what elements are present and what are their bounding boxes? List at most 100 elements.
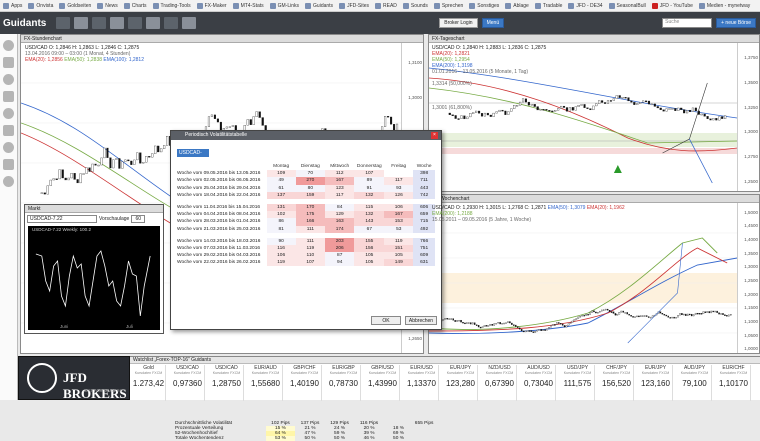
candle [579, 316, 582, 318]
bookmark-item[interactable]: JFD-Sites [339, 2, 369, 9]
grid-icon[interactable] [164, 17, 179, 29]
bookmark-item[interactable]: Sounds [402, 2, 428, 9]
bookmark-item[interactable]: Ablage [505, 2, 529, 9]
broker-login-button[interactable]: Broker Login [439, 18, 478, 28]
candle [112, 159, 115, 169]
left-sidebar [0, 34, 18, 400]
candle [603, 102, 607, 104]
bookmark-item[interactable]: FX-Maker [196, 2, 227, 9]
candle [724, 314, 726, 316]
table-cell: 81 [266, 225, 296, 233]
table-cell: 111 [295, 237, 326, 245]
bookmark-item[interactable]: News [97, 2, 118, 9]
watchlist-item[interactable]: Gold Kursdaten FXCM 1.273,42 [132, 365, 166, 401]
desk-icon[interactable] [3, 57, 14, 68]
instrument-price: 1.273,42 [132, 379, 165, 388]
chart-icon[interactable] [74, 17, 89, 29]
list-icon[interactable] [3, 125, 14, 136]
ema20-label: EMA(20): 1,1962 [586, 205, 625, 211]
candle [686, 109, 689, 114]
watchlist-item[interactable]: USD/JPY Kursdaten FXCM 111,575 [561, 365, 595, 401]
bookmark-item[interactable]: JFD - YouTube [651, 2, 693, 9]
preview-button[interactable]: Vorschaulage [99, 215, 129, 223]
candle [88, 167, 91, 172]
tools-icon[interactable] [128, 17, 143, 29]
symbol-dropdown[interactable]: USDCAD-7.22 [177, 149, 209, 164]
folder-icon[interactable] [3, 159, 14, 170]
candle [558, 322, 560, 324]
user-avatar[interactable] [3, 40, 14, 51]
watchlist-item[interactable]: EUR/USD Kursdaten FXCM 1,13370 [405, 365, 439, 401]
watchlist-item[interactable]: EUR/CHF Kursdaten FXCM 1,10170 [717, 365, 751, 401]
alerts-icon[interactable] [146, 17, 161, 29]
bookmark-item[interactable]: SeasonalBull [608, 2, 646, 9]
watchlist-panel: Watchlist „Forex-TOP-16“ Guidants Gold Ku… [130, 356, 760, 401]
bookmark-item[interactable]: Sonstiges [469, 2, 499, 9]
watchlist-item[interactable]: USD/CAD Kursdaten FXCM 0,97360 [171, 365, 205, 401]
settings-icon[interactable] [182, 17, 197, 29]
candle [109, 157, 112, 169]
watchlist-item[interactable]: AUD/JPY Kursdaten FXCM 79,100 [678, 365, 712, 401]
bookmark-item[interactable]: Charts [123, 2, 147, 9]
candle [466, 116, 469, 120]
app-logo[interactable]: Guidants [3, 18, 46, 29]
bookmark-item[interactable]: Medien - mynetway [698, 2, 750, 9]
bookmark-item[interactable]: Trading-Tools [152, 2, 191, 9]
bookmark-item[interactable]: READ [375, 2, 397, 9]
watchlist-item[interactable]: GBP/CHF Kursdaten FXCM 1,40190 [288, 365, 322, 401]
candle [668, 108, 671, 110]
bookmark-item[interactable]: Goldseiten [59, 2, 91, 9]
candle [542, 329, 544, 332]
bookmark-item[interactable]: Apps [3, 2, 22, 9]
watchlist-item[interactable]: GBP/USD Kursdaten FXCM 1,43990 [366, 365, 400, 401]
ok-button[interactable]: OK [371, 316, 401, 325]
watchlist-item[interactable]: EUR/AUD Kursdaten FXCM 1,55680 [249, 365, 283, 401]
bookmark-item[interactable]: Sprechen [433, 2, 463, 9]
watchlist-item[interactable]: USD/CAD Kursdaten FXCM 1,28750 [210, 365, 244, 401]
weekly-chart[interactable] [429, 203, 759, 353]
markt-title: Markt [25, 205, 163, 213]
bookmark-item[interactable]: Guidants [305, 2, 333, 9]
zoom-field[interactable]: 60 [131, 215, 146, 223]
chart-icon[interactable] [3, 91, 14, 102]
star-icon[interactable] [3, 108, 14, 119]
symbol-select[interactable]: USDCAD-7.22 [27, 215, 97, 223]
candle [718, 312, 720, 315]
mini-chart[interactable]: USDCAD-7.22 Weekly: 100.2 Juni Juli [28, 226, 160, 330]
close-icon[interactable]: × [431, 132, 438, 139]
panel-title: FX-Wochenchart [429, 195, 759, 203]
candle [534, 331, 537, 333]
watchlist-icon[interactable] [110, 17, 125, 29]
help-icon[interactable] [3, 176, 14, 187]
row-label: Woche vom 28.03.2016 bis 01.04.2016 [177, 219, 261, 225]
bookmark-item[interactable]: JFD - DE34 [568, 2, 603, 9]
menu-button[interactable]: Menü [481, 18, 505, 28]
watchlist-item[interactable]: EUR/JPY Kursdaten FXCM 123,280 [444, 365, 478, 401]
candle [598, 100, 601, 104]
bell-icon[interactable] [3, 142, 14, 153]
watchlist-item[interactable]: NZD/USD Kursdaten FXCM 0,67390 [483, 365, 517, 401]
search-input[interactable]: Suche [662, 18, 713, 28]
new-tab-button[interactable]: + neue Börse [716, 18, 756, 28]
bookmark-item[interactable]: MT4-Stats [232, 2, 264, 9]
candle [520, 329, 523, 332]
candle [552, 324, 554, 326]
news-icon[interactable] [92, 17, 107, 29]
message-icon[interactable] [3, 74, 14, 85]
candle [139, 152, 142, 164]
watchlist-item[interactable]: EUR/GBP Kursdaten FXCM 0,78730 [327, 365, 361, 401]
candle [580, 104, 583, 106]
bookmark-item[interactable]: Onvista [28, 2, 53, 9]
candle [216, 118, 219, 123]
cancel-button[interactable]: Abbrechen [405, 316, 437, 325]
candle [85, 167, 88, 174]
watchlist-item[interactable]: AUD/USD Kursdaten FXCM 0,73040 [522, 365, 556, 401]
candle [507, 321, 509, 323]
candle [82, 173, 85, 175]
bookmark-item[interactable]: GM-Links [269, 2, 299, 9]
watchlist-item[interactable]: EUR/JPY Kursdaten FXCM 123,160 [639, 365, 673, 401]
layout-icon[interactable] [56, 17, 71, 29]
watchlist-item[interactable]: CHF/JPY Kursdaten FXCM 156,520 [600, 365, 634, 401]
candle [649, 316, 652, 319]
bookmark-item[interactable]: Tradable [534, 2, 562, 9]
